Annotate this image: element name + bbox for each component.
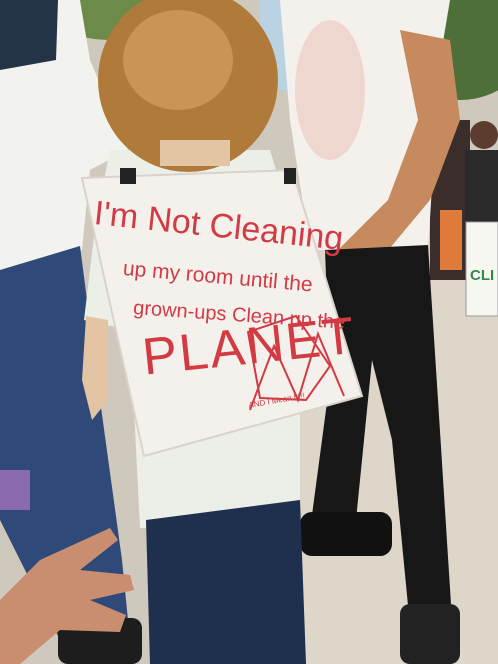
shirt-print-flowers (295, 20, 365, 160)
purple-item (0, 470, 30, 510)
right-shoe-left (300, 512, 392, 556)
left-adult-dark-top (0, 0, 58, 70)
right-shoe-right (400, 604, 460, 664)
crowd-head-right (470, 121, 498, 149)
binder-clip-right (284, 168, 296, 184)
crowd-shirt-right (465, 150, 498, 230)
background-sign-text: CLI (470, 267, 495, 284)
child-neck (160, 140, 230, 166)
child-jeans (146, 500, 306, 664)
child-hair-highlight (123, 10, 233, 110)
crowd-legs-mid (440, 210, 462, 270)
binder-clip-left (120, 168, 136, 184)
